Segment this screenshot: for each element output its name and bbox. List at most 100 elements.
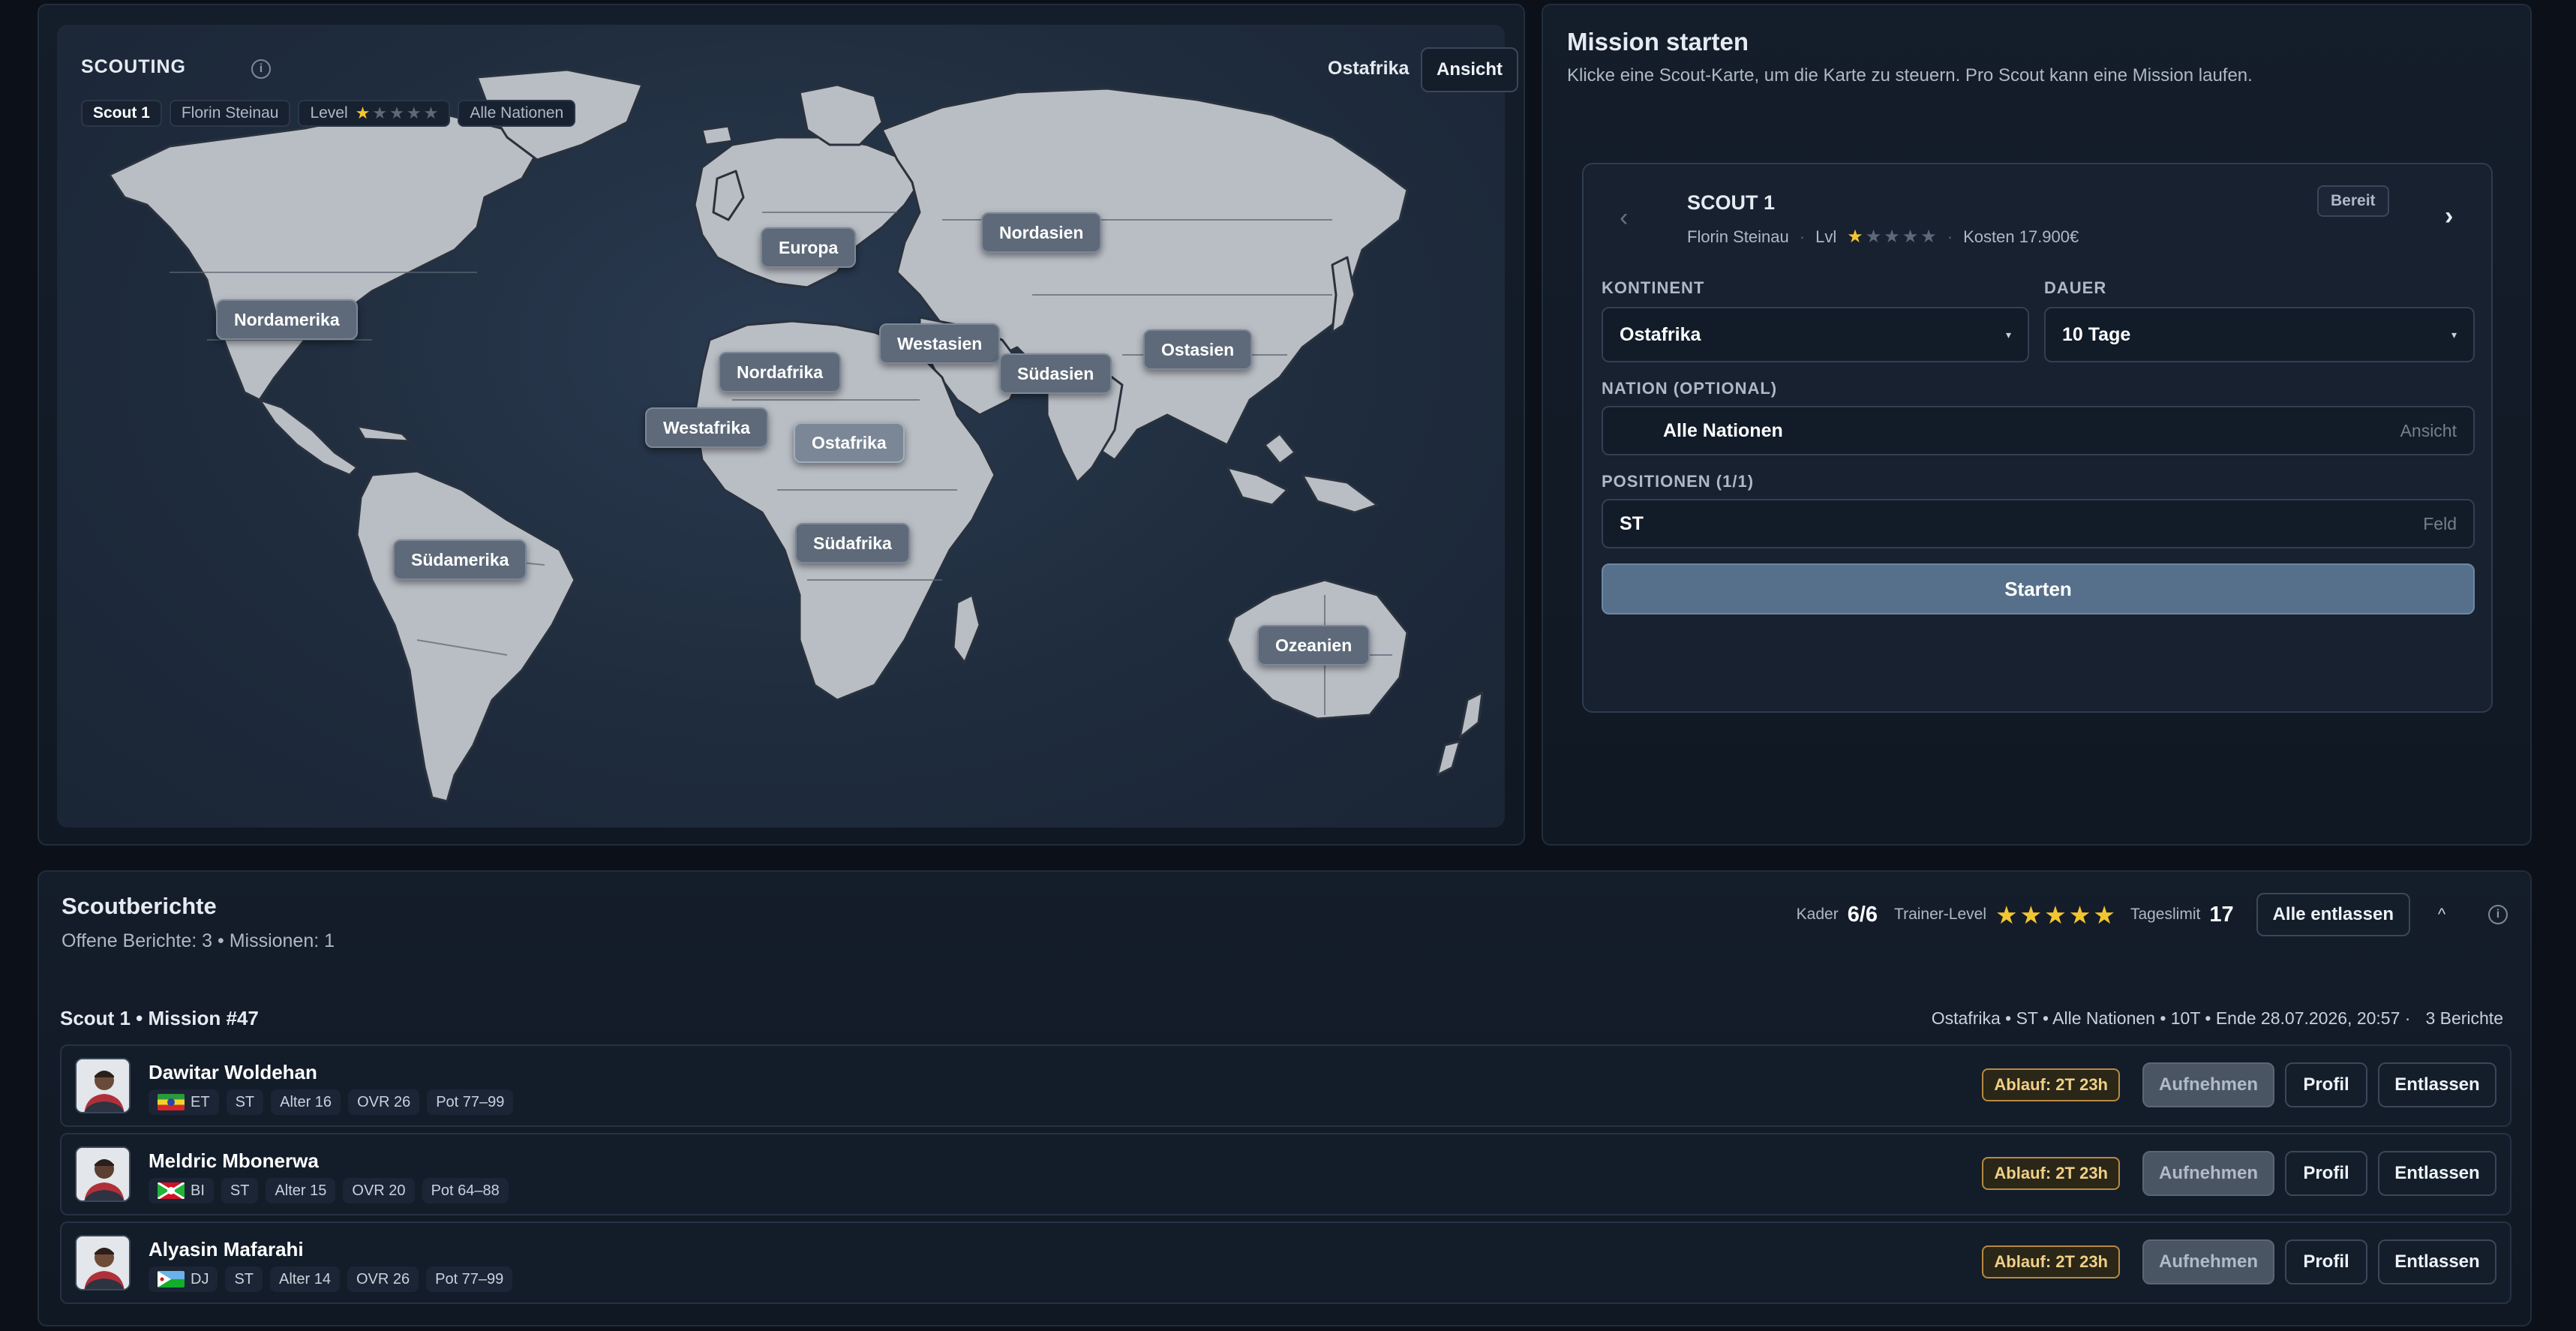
player-position: ST — [221, 1178, 259, 1203]
profile-button[interactable]: Profil — [2285, 1239, 2367, 1284]
player-avatar — [75, 1235, 131, 1290]
positions-label: POSITIONEN (1/1) — [1602, 472, 1755, 491]
region-westafrika[interactable]: Westafrika — [645, 407, 768, 448]
player-tags: BI ST Alter 15 OVR 20 Pot 64–88 — [149, 1178, 509, 1203]
info-icon[interactable]: i — [2488, 905, 2508, 924]
tageslimit-label: Tageslimit — [2130, 906, 2201, 923]
reports-panel: Scoutberichte Offene Berichte: 3 • Missi… — [38, 870, 2532, 1326]
positions-hint: Feld — [2423, 513, 2457, 533]
info-icon[interactable]: i — [251, 59, 271, 79]
mission-details: Ostafrika • ST • Alle Nationen • 10T • E… — [1931, 1008, 2411, 1028]
star-icon: ★ — [372, 104, 388, 122]
player-actions: Ablauf: 2T 23h Aufnehmen Profil Entlasse… — [1982, 1062, 2496, 1107]
region-europa[interactable]: Europa — [761, 227, 857, 268]
positions-select[interactable]: ST Feld — [1602, 499, 2475, 548]
continent-select[interactable]: Ostafrika ▾ — [1602, 307, 2029, 362]
star-icon: ★ — [2044, 900, 2067, 929]
card-scout-name: SCOUT 1 — [1687, 191, 1776, 214]
player-name: Dawitar Woldehan — [149, 1061, 317, 1083]
world-map-card: Nordamerika Europa Nordasien Westasien N… — [57, 25, 1505, 828]
dismiss-button[interactable]: Entlassen — [2378, 1062, 2496, 1107]
player-ovr: OVR 26 — [348, 1089, 420, 1115]
star-icon: ★ — [1902, 227, 1919, 247]
star-icon: ★ — [1847, 227, 1863, 247]
dismiss-button[interactable]: Entlassen — [2378, 1151, 2496, 1196]
chevron-down-icon: ▾ — [2005, 328, 2011, 341]
mission-title: Mission starten — [1567, 28, 1749, 56]
player-actions: Ablauf: 2T 23h Aufnehmen Profil Entlasse… — [1982, 1239, 2496, 1284]
region-suedafrika[interactable]: Südafrika — [795, 523, 910, 563]
profile-button[interactable]: Profil — [2285, 1151, 2367, 1196]
avatar-icon — [77, 1236, 129, 1289]
region-suedamerika[interactable]: Südamerika — [393, 539, 527, 580]
expiry-badge: Ablauf: 2T 23h — [1982, 1245, 2120, 1278]
collapse-icon[interactable]: ^ — [2419, 905, 2464, 924]
region-westasien[interactable]: Westasien — [879, 323, 1001, 364]
nation-value: Alle Nationen — [1663, 419, 1783, 441]
trainer-label: Trainer-Level — [1894, 906, 1986, 923]
region-nordasien[interactable]: Nordasien — [981, 212, 1102, 253]
player-tags: ET ST Alter 16 OVR 26 Pot 77–99 — [149, 1089, 514, 1115]
player-age: Alter 16 — [271, 1089, 341, 1115]
player-position: ST — [226, 1089, 264, 1115]
filter-scout[interactable]: Scout 1 — [81, 100, 162, 127]
kader-value: 6/6 — [1847, 902, 1878, 927]
star-icon: ★ — [1995, 900, 2018, 929]
filter-nations[interactable]: Alle Nationen — [458, 100, 576, 127]
next-scout-icon[interactable]: › — [2445, 202, 2453, 231]
player-row: Meldric Mbonerwa BI ST Alter 15 OVR 20 P… — [60, 1133, 2511, 1215]
flag-et-icon — [158, 1094, 185, 1110]
star-icon: ★ — [423, 104, 439, 122]
mission-info: Ostafrika • ST • Alle Nationen • 10T • E… — [1932, 1008, 2503, 1029]
player-pot: Pot 77–99 — [427, 1089, 514, 1115]
start-mission-button[interactable]: Starten — [1602, 563, 2475, 614]
level-label: Level — [310, 104, 348, 122]
region-ostafrika[interactable]: Ostafrika — [794, 422, 905, 463]
duration-select[interactable]: 10 Tage ▾ — [2044, 307, 2475, 362]
player-row: Dawitar Woldehan ET ST Alter 16 OVR 26 P… — [60, 1044, 2511, 1127]
avatar-icon — [77, 1059, 129, 1112]
dismiss-all-button[interactable]: Alle entlassen — [2256, 893, 2410, 936]
country-code: DJ — [191, 1270, 209, 1287]
mission-header: Scout 1 • Mission #47 — [60, 1007, 259, 1029]
chevron-down-icon: ▾ — [2451, 328, 2457, 341]
filter-scout-name: Florin Steinau — [169, 100, 291, 127]
region-suedasien[interactable]: Südasien — [999, 353, 1112, 394]
star-icon: ★ — [1884, 227, 1900, 247]
prev-scout-icon[interactable]: ‹ — [1620, 203, 1628, 233]
player-country: BI — [149, 1178, 214, 1203]
separator: · — [1947, 227, 1953, 246]
player-name: Meldric Mbonerwa — [149, 1149, 319, 1172]
region-nordamerika[interactable]: Nordamerika — [216, 299, 358, 340]
card-cost: Kosten 17.900€ — [1963, 227, 2079, 246]
profile-button[interactable]: Profil — [2285, 1062, 2367, 1107]
expiry-badge: Ablauf: 2T 23h — [1982, 1068, 2120, 1101]
mission-report-count: 3 Berichte — [2425, 1008, 2503, 1028]
filter-row: Scout 1 Florin Steinau Level ★ ★ ★ ★ ★ A… — [81, 100, 576, 127]
tageslimit-value: 17 — [2209, 902, 2234, 927]
player-country: ET — [149, 1089, 219, 1115]
player-age: Alter 15 — [266, 1178, 336, 1203]
player-ovr: OVR 20 — [343, 1178, 415, 1203]
region-ozeanien[interactable]: Ozeanien — [1257, 625, 1371, 666]
player-pot: Pot 77–99 — [426, 1266, 513, 1292]
view-button[interactable]: Ansicht — [1421, 47, 1518, 92]
region-ostasien[interactable]: Ostasien — [1143, 329, 1253, 370]
scout-card[interactable]: ‹ SCOUT 1 Florin Steinau · Lvl ★ ★ ★ ★ ★… — [1582, 163, 2493, 713]
accept-button[interactable]: Aufnehmen — [2142, 1151, 2274, 1196]
world-map[interactable] — [57, 25, 1505, 828]
accept-button[interactable]: Aufnehmen — [2142, 1239, 2274, 1284]
player-pot: Pot 64–88 — [422, 1178, 509, 1203]
positions-value: ST — [1620, 512, 1644, 534]
reports-subtitle: Offene Berichte: 3 • Missionen: 1 — [62, 930, 335, 951]
region-nordafrika[interactable]: Nordafrika — [719, 352, 842, 392]
star-icon: ★ — [355, 104, 371, 122]
duration-value: 10 Tage — [2062, 323, 2131, 345]
kader-label: Kader — [1796, 906, 1839, 923]
continent-label: KONTINENT — [1602, 278, 1705, 297]
accept-button[interactable]: Aufnehmen — [2142, 1062, 2274, 1107]
dismiss-button[interactable]: Entlassen — [2378, 1239, 2496, 1284]
continent-value: Ostafrika — [1620, 323, 1701, 345]
nation-select[interactable]: Alle Nationen Ansicht — [1602, 406, 2475, 455]
player-name: Alyasin Mafarahi — [149, 1238, 304, 1260]
